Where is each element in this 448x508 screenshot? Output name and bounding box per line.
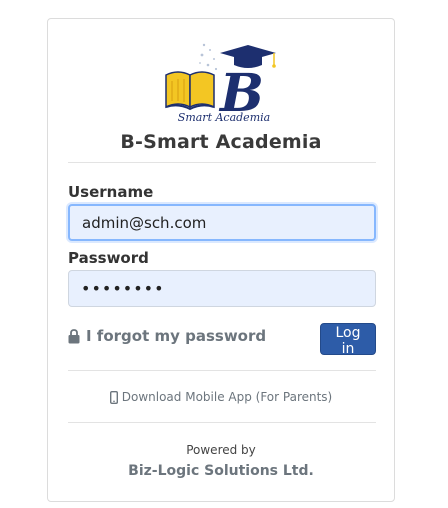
company-name: Biz-Logic Solutions Ltd.: [128, 463, 314, 479]
divider: [68, 422, 376, 423]
login-button[interactable]: Log in: [320, 323, 376, 357]
logo: B Smart Academia: [165, 43, 276, 123]
login-card: B Smart Academia B-Smart Academia Userna…: [47, 18, 395, 502]
powered-by-label: Powered by: [186, 443, 256, 457]
forgot-password-label: I forgot my password: [86, 327, 267, 345]
password-mask: ••••••••: [81, 279, 165, 298]
sparkle-decoration: [199, 43, 218, 75]
divider: [68, 370, 376, 371]
download-app-label: Download Mobile App (For Parents): [121, 390, 333, 404]
mobile-phone-icon: [109, 390, 118, 404]
download-app-link[interactable]: Download Mobile App (For Parents): [48, 390, 394, 404]
username-input[interactable]: [68, 204, 376, 241]
logo-text: Smart Academia: [178, 111, 270, 123]
lock-icon: [68, 328, 80, 343]
password-label: Password: [68, 249, 149, 267]
username-label: Username: [68, 183, 154, 201]
book-icon: [165, 71, 215, 111]
divider: [68, 162, 376, 163]
forgot-password-link[interactable]: I forgot my password: [68, 327, 266, 345]
password-input[interactable]: ••••••••: [68, 270, 376, 307]
page-title: B-Smart Academia: [120, 131, 322, 153]
